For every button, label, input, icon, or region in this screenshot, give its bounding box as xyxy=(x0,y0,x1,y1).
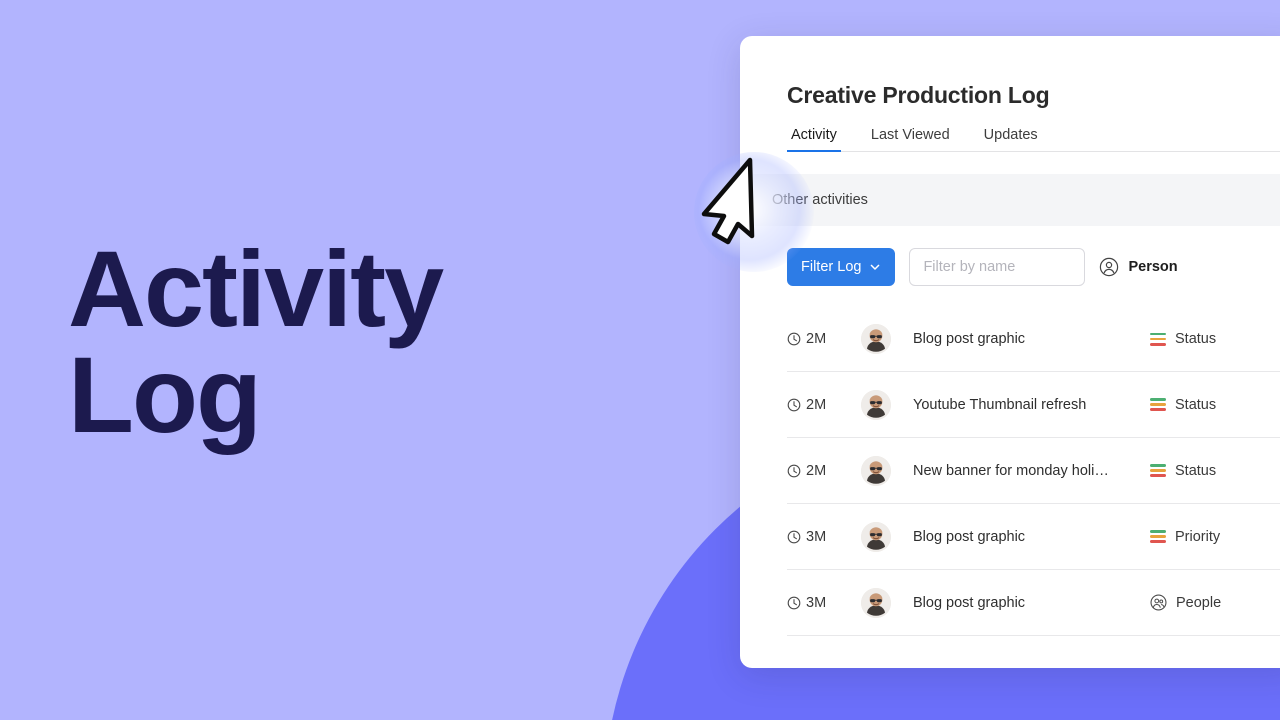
row-meta: People xyxy=(1150,594,1280,611)
row-meta-label: People xyxy=(1176,594,1222,611)
people-circle-icon xyxy=(1150,594,1167,611)
row-time: 3M xyxy=(787,595,861,611)
clock-icon xyxy=(787,464,801,478)
clock-icon xyxy=(787,332,801,346)
row-time-label: 2M xyxy=(806,396,827,413)
activity-list: 2M Blog post graphic Status 2M Youtube T… xyxy=(787,306,1280,636)
tab-last-viewed[interactable]: Last Viewed xyxy=(867,127,954,152)
page-title-line-1: Activity xyxy=(68,228,444,349)
card-body: Filter Log Person xyxy=(740,248,1280,636)
row-name: Youtube Thumbnail refresh xyxy=(913,396,1087,413)
avatar xyxy=(861,389,891,420)
row-meta: Status xyxy=(1150,331,1280,347)
row-meta-label: Status xyxy=(1175,462,1217,479)
filter-by-name-input[interactable] xyxy=(909,248,1086,286)
row-time: 2M xyxy=(787,463,861,479)
section-band-other-activities: Other activities xyxy=(740,174,1280,226)
status-bars-icon xyxy=(1150,464,1166,477)
row-meta: Status xyxy=(1150,397,1280,413)
row-name: New banner for monday holi… xyxy=(913,462,1109,479)
row-meta-label: Status xyxy=(1175,331,1217,347)
card-heading: Creative Production Log xyxy=(787,82,1050,108)
table-row[interactable]: 2M Blog post graphic Status xyxy=(787,306,1280,372)
tab-bar: Activity Last Viewed Updates xyxy=(787,127,1280,152)
avatar xyxy=(861,324,891,354)
row-meta-label: Status xyxy=(1175,396,1217,413)
clock-icon xyxy=(787,530,801,544)
page-title-line-2: Log xyxy=(68,333,262,455)
row-time-label: 2M xyxy=(806,331,827,347)
status-bars-icon xyxy=(1150,530,1166,543)
person-circle-icon xyxy=(1099,257,1119,277)
filter-toolbar: Filter Log Person xyxy=(787,248,1280,286)
row-name: Blog post graphic xyxy=(913,528,1026,545)
page-title: Activity Log xyxy=(68,228,538,455)
row-time-label: 3M xyxy=(806,528,827,545)
table-row[interactable]: 2M New banner for monday holi… Status xyxy=(787,438,1280,504)
screen: Activity Log Creative Production Log Act… xyxy=(0,0,1280,720)
table-row[interactable]: 3M Blog pos xyxy=(787,570,1280,636)
tab-activity[interactable]: Activity xyxy=(787,127,841,152)
row-time: 3M xyxy=(787,529,861,545)
row-time: 2M xyxy=(787,331,861,347)
clock-icon xyxy=(787,596,801,610)
row-time: 2M xyxy=(787,397,861,413)
activity-log-card: Creative Production Log Activity Last Vi… xyxy=(740,36,1280,668)
avatar xyxy=(861,455,891,486)
avatar xyxy=(861,521,891,552)
clock-icon xyxy=(787,398,801,412)
avatar xyxy=(861,587,891,618)
filter-log-label: Filter Log xyxy=(801,259,862,275)
person-filter[interactable]: Person xyxy=(1099,257,1178,277)
filter-log-button[interactable]: Filter Log xyxy=(787,248,896,286)
status-bars-icon xyxy=(1150,332,1166,346)
row-meta-label: Priority xyxy=(1175,528,1221,545)
row-meta: Priority xyxy=(1150,529,1280,545)
row-name: Blog post graphic xyxy=(913,331,1026,347)
table-row[interactable]: 2M Youtube Thumbnail refresh Status xyxy=(787,372,1280,438)
row-time-label: 3M xyxy=(806,594,827,611)
tab-updates[interactable]: Updates xyxy=(980,127,1042,152)
row-name: Blog post graphic xyxy=(913,594,1026,611)
person-filter-label: Person xyxy=(1128,259,1178,275)
row-meta: Status xyxy=(1150,463,1280,479)
section-band-label: Other activities xyxy=(772,192,868,208)
card-content: Creative Production Log Activity Last Vi… xyxy=(740,82,1280,152)
row-time-label: 2M xyxy=(806,462,827,479)
status-bars-icon xyxy=(1150,398,1166,411)
table-row[interactable]: 3M Blog pos xyxy=(787,504,1280,570)
chevron-down-icon xyxy=(869,261,881,273)
